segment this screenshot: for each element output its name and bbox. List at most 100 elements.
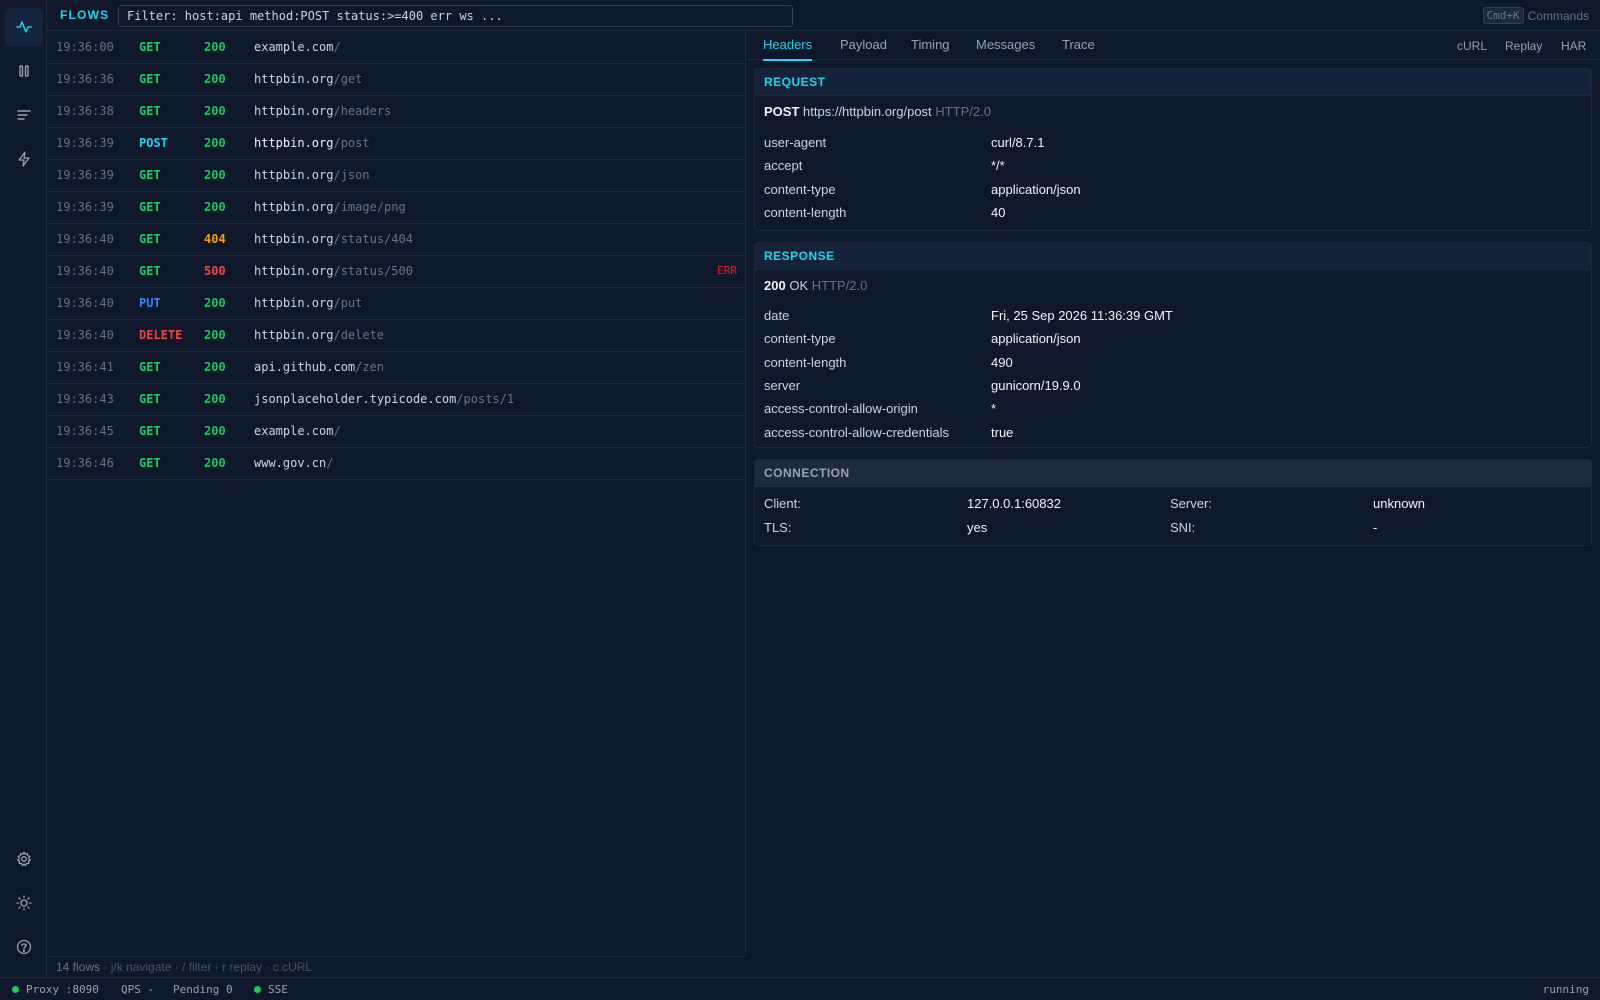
flow-url: httpbin.org/image/png: [254, 200, 406, 214]
header-value: curl/8.7.1: [991, 135, 1045, 150]
pause-icon[interactable]: [5, 52, 43, 90]
flow-time: 19:36:45: [56, 424, 114, 438]
qps-status: QPS -: [121, 983, 155, 996]
flow-host: httpbin.org: [254, 328, 334, 342]
tab-trace[interactable]: Trace: [1062, 37, 1095, 59]
flow-time: 19:36:40: [56, 328, 114, 342]
flow-row[interactable]: 19:36:40 PUT 200 httpbin.org/put: [47, 288, 746, 320]
flow-time: 19:36:41: [56, 360, 114, 374]
flow-time: 19:36:00: [56, 40, 114, 54]
list-icon[interactable]: [5, 96, 43, 134]
flow-url: www.gov.cn/: [254, 456, 333, 470]
flow-method: POST: [139, 136, 168, 150]
flow-url: httpbin.org/delete: [254, 328, 384, 342]
status-bar: Proxy :8090 QPS - Pending 0 SSE running: [0, 977, 1600, 1000]
flow-status: 200: [204, 456, 226, 470]
flow-host: httpbin.org: [254, 200, 334, 214]
header-value: 40: [991, 204, 1006, 220]
flow-row[interactable]: 19:36:39 POST 200 httpbin.org/post: [47, 128, 746, 160]
flow-row[interactable]: 19:36:40 GET 404 httpbin.org/status/404: [47, 224, 746, 256]
response-status: 200: [764, 278, 786, 293]
help-icon[interactable]: [5, 928, 43, 966]
flow-time: 19:36:40: [56, 264, 114, 278]
header-key: server: [764, 377, 801, 393]
bolt-icon[interactable]: [5, 140, 43, 178]
connection-card: CONNECTION Client: 127.0.0.1:60832 Serve…: [754, 459, 1592, 546]
header-value: application/json: [991, 331, 1081, 347]
flow-path: /posts/1: [456, 392, 515, 406]
flow-path: /post: [333, 136, 370, 150]
flow-error-badge: ERR: [717, 264, 737, 277]
tab-payload[interactable]: Payload: [840, 37, 887, 59]
flow-row[interactable]: 19:36:39 GET 200 httpbin.org/image/png: [47, 192, 746, 224]
flow-method: GET: [139, 40, 161, 54]
flow-url: httpbin.org/post: [254, 136, 370, 150]
tab-headers[interactable]: Headers: [763, 37, 813, 61]
flow-path: /image/png: [333, 200, 406, 214]
flow-row[interactable]: 19:36:39 GET 200 httpbin.org/json: [47, 160, 746, 192]
server-label: Server:: [1170, 496, 1212, 511]
header-key: user-agent: [764, 135, 827, 150]
flow-method: GET: [139, 456, 161, 470]
flow-url: httpbin.org/headers: [254, 104, 391, 118]
header-key: accept: [764, 158, 803, 174]
flow-status: 500: [204, 264, 226, 278]
gear-icon[interactable]: [5, 840, 43, 878]
pending-status: Pending 0: [173, 983, 233, 996]
flow-status: 200: [204, 104, 226, 118]
flow-row[interactable]: 19:36:46 GET 200 www.gov.cn/: [47, 448, 746, 480]
replay-button[interactable]: Replay: [1505, 39, 1542, 53]
flow-time: 19:36:40: [56, 232, 114, 246]
flow-method: GET: [139, 168, 161, 182]
header-key: content-type: [764, 181, 836, 197]
proxy-status: Proxy :8090: [26, 983, 99, 996]
flow-list: 19:36:00 GET 200 example.com/19:36:36 GET 200…: [47, 32, 746, 974]
flow-row[interactable]: 19:36:40 GET 500 httpbin.org/status/500 ERR: [47, 256, 746, 288]
flow-status: 200: [204, 392, 226, 406]
flow-url: httpbin.org/put: [254, 296, 362, 310]
filter-input[interactable]: [118, 5, 793, 27]
sse-status-dot: [254, 986, 261, 993]
activity-icon[interactable]: [5, 8, 43, 46]
flow-path: /status/404: [333, 232, 413, 246]
flow-row[interactable]: 19:36:38 GET 200 httpbin.org/headers: [47, 96, 746, 128]
flow-host: example.com: [254, 424, 334, 438]
tab-messages[interactable]: Messages: [976, 37, 1035, 59]
request-card: REQUEST POST https://httpbin.org/post HT…: [754, 68, 1592, 231]
flow-row[interactable]: 19:36:00 GET 200 example.com/: [47, 32, 746, 64]
response-card: RESPONSE 200 OK HTTP/2.0 date Fri, 25 Sep…: [754, 242, 1592, 448]
flow-status: 200: [204, 424, 226, 438]
flow-url: example.com/: [254, 424, 341, 438]
tls-value: yes: [967, 520, 988, 535]
response-protocol: HTTP/2.0: [811, 278, 868, 293]
flow-status: 404: [204, 232, 226, 246]
flow-host: httpbin.org: [254, 168, 334, 182]
page-title: FLOWS: [60, 8, 110, 22]
flow-row[interactable]: 19:36:41 GET 200 api.github.com/zen: [47, 352, 746, 384]
detail-tabs: Headers Payload Timing Messages Trace cU…: [747, 31, 1600, 61]
flow-row[interactable]: 19:36:36 GET 200 httpbin.org/get: [47, 64, 746, 96]
client-label: Client:: [764, 496, 801, 511]
command-palette-button[interactable]: Cmd+K Commands: [1482, 7, 1589, 24]
flow-row[interactable]: 19:36:40 DELETE 200 httpbin.org/delete: [47, 320, 746, 352]
har-button[interactable]: HAR: [1561, 39, 1586, 53]
sni-label: SNI:: [1170, 520, 1196, 535]
flow-count: 14 flows: [56, 960, 101, 974]
sun-icon[interactable]: [5, 884, 43, 922]
flow-path: /delete: [333, 328, 385, 342]
commands-label: Commands: [1527, 8, 1589, 23]
header-value: gunicorn/19.9.0: [991, 377, 1081, 393]
tab-timing[interactable]: Timing: [911, 37, 950, 59]
flow-url: example.com/: [254, 40, 341, 54]
response-reason: OK: [789, 278, 809, 293]
flow-status: 200: [204, 296, 226, 310]
flow-status: 200: [204, 200, 226, 214]
curl-button[interactable]: cURL: [1457, 39, 1487, 53]
flow-row[interactable]: 19:36:45 GET 200 example.com/: [47, 416, 746, 448]
flow-host: httpbin.org: [254, 296, 334, 310]
flow-method: GET: [139, 232, 161, 246]
flow-status: 200: [204, 40, 226, 54]
header-key: date: [764, 308, 790, 323]
flow-row[interactable]: 19:36:43 GET 200 jsonplaceholder.typicode.c…: [47, 384, 746, 416]
header-value: 490: [991, 354, 1013, 370]
